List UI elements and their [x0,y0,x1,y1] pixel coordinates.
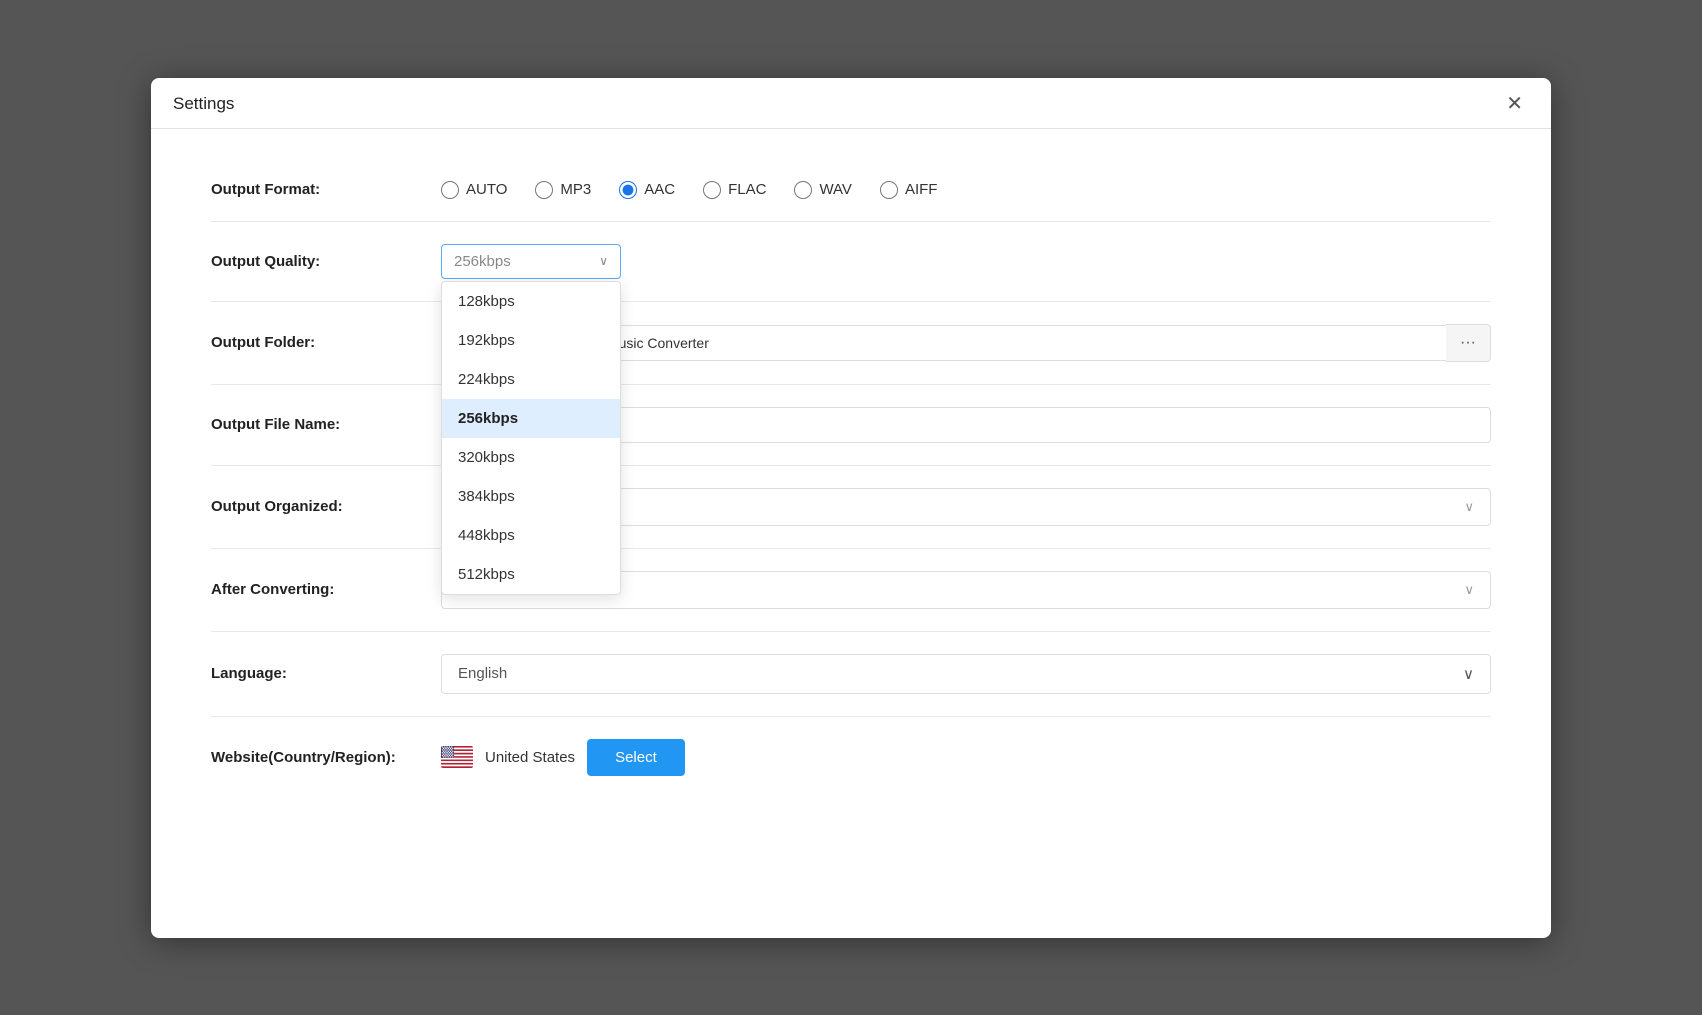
output-format-label: Output Format: [211,181,441,198]
language-dropdown[interactable]: English ∨ [441,654,1491,694]
output-format-row: Output Format: AUTO MP3 AAC [211,159,1491,222]
format-aiff[interactable]: AIFF [880,181,938,199]
output-organized-label: Output Organized: [211,498,441,515]
title-bar: Settings ✕ [151,78,1551,129]
us-flag-icon [441,746,473,768]
quality-option-256[interactable]: 256kbps [442,399,620,438]
format-aiff-label: AIFF [905,181,938,198]
organized-chevron-icon: ∨ [1464,499,1474,515]
quality-option-128[interactable]: 128kbps [442,282,620,321]
website-country-label: Website(Country/Region): [211,749,441,766]
country-name: United States [485,749,575,766]
format-wav-label: WAV [819,181,852,198]
format-aiff-radio[interactable] [880,181,898,199]
output-quality-row: Output Quality: 256kbps ∨ 128kbps 192kbp… [211,222,1491,302]
website-country-content: United States Select [441,739,1491,776]
quality-dropdown-menu: 128kbps 192kbps 224kbps 256kbps 320kbps … [441,281,621,595]
country-section: United States Select [441,739,685,776]
language-value: English [458,665,507,682]
output-folder-row: Output Folder: ··· [211,302,1491,385]
language-row: Language: English ∨ [211,632,1491,717]
format-flac-label: FLAC [728,181,766,198]
window-title: Settings [173,94,234,114]
format-mp3[interactable]: MP3 [535,181,591,199]
quality-dropdown-wrapper: 256kbps ∨ 128kbps 192kbps 224kbps 256kbp… [441,244,621,279]
folder-browse-button[interactable]: ··· [1446,324,1491,362]
quality-option-512[interactable]: 512kbps [442,555,620,594]
output-filename-label: Output File Name: [211,416,441,433]
format-flac[interactable]: FLAC [703,181,766,199]
website-country-row: Website(Country/Region): [211,717,1491,798]
close-button[interactable]: ✕ [1500,92,1529,116]
quality-selected-value: 256kbps [454,253,511,270]
language-chevron-icon: ∨ [1463,665,1474,683]
format-mp3-radio[interactable] [535,181,553,199]
after-converting-chevron-icon: ∨ [1464,582,1474,598]
output-quality-content: 256kbps ∨ 128kbps 192kbps 224kbps 256kbp… [441,244,1491,279]
quality-option-384[interactable]: 384kbps [442,477,620,516]
after-converting-label: After Converting: [211,581,441,598]
format-mp3-label: MP3 [560,181,591,198]
output-folder-label: Output Folder: [211,334,441,351]
format-wav[interactable]: WAV [794,181,852,199]
output-filename-row: Output File Name: [211,385,1491,466]
format-wav-radio[interactable] [794,181,812,199]
after-converting-row: After Converting: ∨ [211,549,1491,632]
quality-option-448[interactable]: 448kbps [442,516,620,555]
output-format-options: AUTO MP3 AAC FLAC [441,181,1491,199]
format-aac-label: AAC [644,181,675,198]
quality-option-320[interactable]: 320kbps [442,438,620,477]
format-flac-radio[interactable] [703,181,721,199]
quality-option-192[interactable]: 192kbps [442,321,620,360]
language-label: Language: [211,665,441,682]
format-aac-radio[interactable] [619,181,637,199]
format-aac[interactable]: AAC [619,181,675,199]
output-quality-label: Output Quality: [211,253,441,270]
format-auto-radio[interactable] [441,181,459,199]
quality-option-224[interactable]: 224kbps [442,360,620,399]
format-auto-label: AUTO [466,181,507,198]
output-organized-row: Output Organized: ∨ [211,466,1491,549]
settings-content: Output Format: AUTO MP3 AAC [151,129,1551,838]
quality-dropdown-trigger[interactable]: 256kbps ∨ [441,244,621,279]
format-auto[interactable]: AUTO [441,181,507,199]
quality-chevron-icon: ∨ [599,254,608,268]
language-content: English ∨ [441,654,1491,694]
select-country-button[interactable]: Select [587,739,685,776]
format-radio-group: AUTO MP3 AAC FLAC [441,181,937,199]
settings-window: Settings ✕ Output Format: AUTO MP3 [151,78,1551,938]
